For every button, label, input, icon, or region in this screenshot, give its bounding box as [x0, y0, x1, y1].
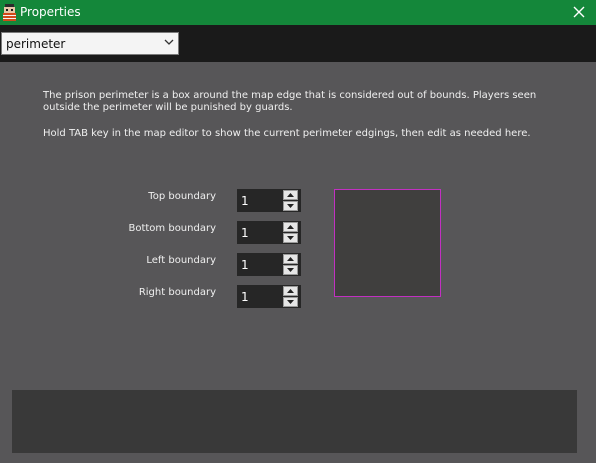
right-boundary-input[interactable] [241, 289, 281, 305]
bottom-boundary-label: Bottom boundary [128, 223, 216, 234]
toolbar: perimeter [0, 25, 596, 62]
top-boundary-label: Top boundary [148, 191, 216, 202]
right-boundary-spinner [237, 285, 301, 308]
section-dropdown-value: perimeter [6, 37, 66, 51]
top-boundary-spinner [237, 189, 301, 212]
arrow-up-icon [287, 257, 294, 261]
footer-panel [12, 390, 577, 453]
top-boundary-increment-button[interactable] [283, 190, 298, 200]
left-boundary-decrement-button[interactable] [283, 265, 298, 275]
top-boundary-input[interactable] [241, 193, 281, 209]
arrow-down-icon [287, 268, 294, 272]
arrow-down-icon [287, 204, 294, 208]
right-boundary-label: Right boundary [138, 287, 216, 298]
perimeter-hint: Hold TAB key in the map editor to show t… [43, 128, 531, 139]
perimeter-panel: The prison perimeter is a box around the… [0, 62, 596, 463]
arrow-down-icon [287, 236, 294, 240]
left-boundary-increment-button[interactable] [283, 254, 298, 264]
left-boundary-label: Left boundary [146, 255, 216, 266]
arrow-up-icon [287, 225, 294, 229]
bottom-boundary-increment-button[interactable] [283, 222, 298, 232]
arrow-up-icon [287, 193, 294, 197]
left-boundary-spinner [237, 253, 301, 276]
close-icon [573, 6, 585, 18]
arrow-up-icon [287, 289, 294, 293]
arrow-down-icon [287, 300, 294, 304]
bottom-boundary-decrement-button[interactable] [283, 233, 298, 243]
left-boundary-input[interactable] [241, 257, 281, 273]
perimeter-preview [334, 189, 441, 297]
window-title: Properties [20, 5, 81, 19]
top-boundary-decrement-button[interactable] [283, 201, 298, 211]
section-dropdown[interactable]: perimeter [1, 32, 179, 55]
properties-window: Properties perimeter The prison perimete… [0, 0, 596, 463]
chevron-down-icon [164, 39, 174, 45]
title-bar: Properties [0, 0, 596, 25]
right-boundary-decrement-button[interactable] [283, 297, 298, 307]
prisoner-icon [2, 4, 17, 21]
close-button[interactable] [562, 0, 596, 25]
bottom-boundary-spinner [237, 221, 301, 244]
right-boundary-increment-button[interactable] [283, 286, 298, 296]
perimeter-description: The prison perimeter is a box around the… [43, 90, 537, 113]
bottom-boundary-input[interactable] [241, 225, 281, 241]
